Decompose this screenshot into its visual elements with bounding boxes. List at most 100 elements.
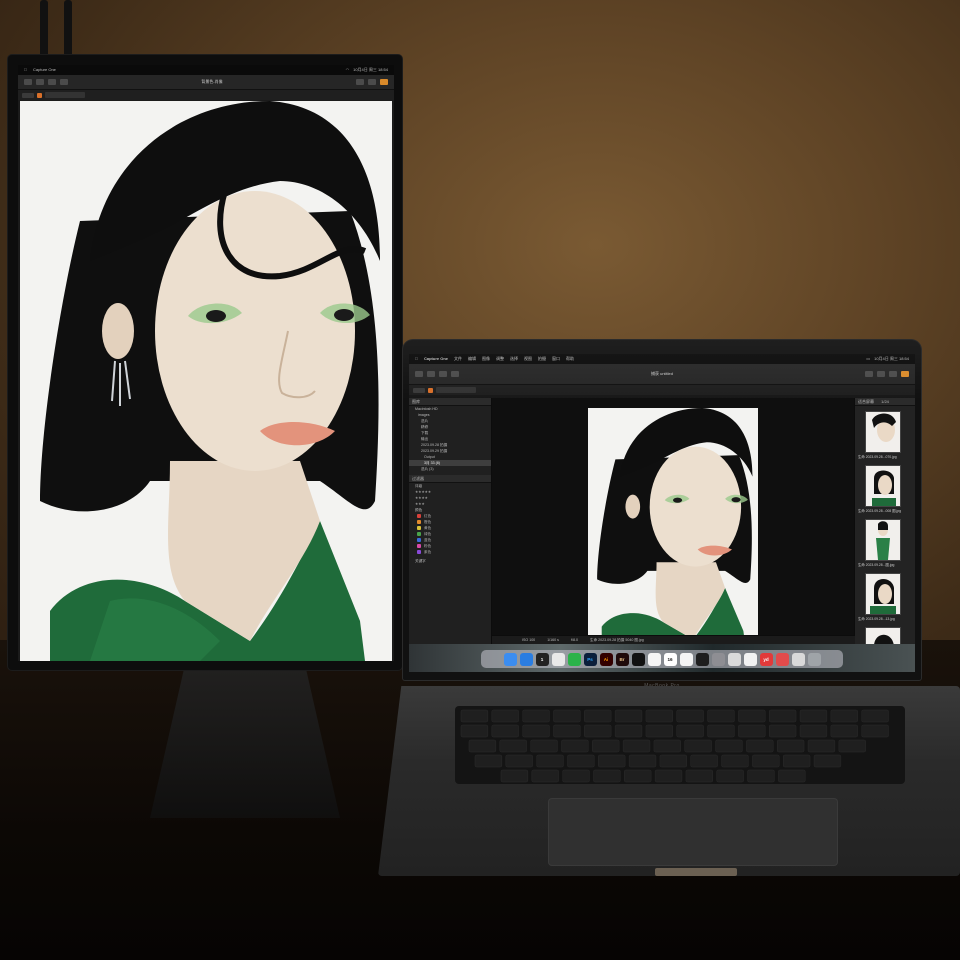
- key[interactable]: [536, 754, 564, 768]
- finder-icon[interactable]: [503, 652, 517, 666]
- toolbar-button[interactable]: [888, 371, 897, 377]
- notes-icon[interactable]: [647, 652, 661, 666]
- circle-icon[interactable]: [775, 652, 789, 666]
- toolbar-button[interactable]: [439, 371, 447, 377]
- key[interactable]: [676, 724, 704, 738]
- key[interactable]: [474, 754, 503, 768]
- apple-icon[interactable]: : [24, 65, 27, 75]
- grid-icon[interactable]: [551, 652, 565, 666]
- key[interactable]: [807, 739, 836, 753]
- key[interactable]: [584, 724, 612, 738]
- key[interactable]: [645, 724, 674, 738]
- library-header[interactable]: 图库: [409, 398, 491, 406]
- view-tab-active[interactable]: [37, 92, 42, 98]
- link-icon[interactable]: [727, 652, 741, 666]
- key[interactable]: [628, 754, 657, 768]
- key[interactable]: [598, 754, 626, 768]
- key[interactable]: [491, 724, 519, 738]
- key[interactable]: [500, 769, 529, 783]
- monitor-app-menu[interactable]: Capture One: [33, 65, 56, 75]
- key[interactable]: [830, 724, 858, 738]
- key[interactable]: [861, 709, 889, 723]
- menu-window[interactable]: 窗口: [552, 354, 560, 364]
- capcut-icon[interactable]: [631, 652, 645, 666]
- menu-select[interactable]: 选择: [510, 354, 518, 364]
- key[interactable]: [768, 724, 797, 738]
- key[interactable]: [707, 724, 735, 738]
- menu-file[interactable]: 文件: [454, 354, 462, 364]
- photoshop-icon[interactable]: Ps: [583, 652, 597, 666]
- toolbar-button[interactable]: [60, 79, 68, 85]
- key[interactable]: [645, 709, 674, 723]
- view-tab[interactable]: [413, 387, 425, 393]
- thumbnail[interactable]: [866, 466, 900, 506]
- key[interactable]: [468, 739, 497, 753]
- menu-view[interactable]: 视图: [524, 354, 532, 364]
- trackpad[interactable]: [548, 798, 838, 866]
- key[interactable]: [778, 769, 806, 783]
- key[interactable]: [830, 709, 858, 723]
- toolbar-button[interactable]: [368, 79, 376, 85]
- key[interactable]: [592, 739, 620, 753]
- key[interactable]: [614, 724, 643, 738]
- key[interactable]: [715, 739, 743, 753]
- key[interactable]: [746, 739, 774, 753]
- key[interactable]: [522, 724, 550, 738]
- toolbar-button[interactable]: [36, 79, 44, 85]
- zoom-field[interactable]: [45, 92, 85, 98]
- keyboard[interactable]: [455, 706, 905, 784]
- toolbar-button[interactable]: [380, 79, 388, 85]
- menu-adjust[interactable]: 调整: [496, 354, 504, 364]
- key[interactable]: [768, 709, 797, 723]
- key[interactable]: [622, 739, 651, 753]
- toolbar-button[interactable]: [900, 371, 909, 377]
- key[interactable]: [838, 739, 866, 753]
- key[interactable]: [659, 754, 688, 768]
- menu-help[interactable]: 帮助: [566, 354, 574, 364]
- key[interactable]: [685, 769, 714, 783]
- key[interactable]: [653, 739, 682, 753]
- key[interactable]: [676, 709, 704, 723]
- view-tab[interactable]: [22, 92, 34, 98]
- key[interactable]: [460, 724, 489, 738]
- key[interactable]: [707, 709, 735, 723]
- key[interactable]: [716, 769, 744, 783]
- thumbnail[interactable]: [866, 574, 900, 614]
- key[interactable]: [721, 754, 749, 768]
- toolbar-button[interactable]: [48, 79, 56, 85]
- key[interactable]: [799, 709, 828, 723]
- toolbar-button[interactable]: [451, 371, 459, 377]
- key[interactable]: [747, 769, 775, 783]
- toolbar-button[interactable]: [427, 371, 435, 377]
- toolbar-button[interactable]: [876, 371, 885, 377]
- toolbar-button[interactable]: [356, 79, 364, 85]
- key[interactable]: [531, 769, 559, 783]
- yd-icon[interactable]: yd: [759, 652, 773, 666]
- filters-header[interactable]: 过滤器: [409, 475, 491, 483]
- key[interactable]: [861, 724, 889, 738]
- image-viewer[interactable]: [492, 398, 855, 648]
- toolbar-button[interactable]: [415, 371, 423, 377]
- key[interactable]: [690, 754, 718, 768]
- key[interactable]: [530, 739, 558, 753]
- app-menu[interactable]: Capture One: [424, 354, 448, 364]
- key[interactable]: [561, 739, 589, 753]
- key[interactable]: [738, 709, 766, 723]
- tree-item[interactable]: 选片 (3): [409, 466, 491, 472]
- keywords-header[interactable]: 关键字: [409, 558, 491, 564]
- photos-icon[interactable]: [679, 652, 693, 666]
- color-filter-purple[interactable]: 紫色: [409, 549, 491, 555]
- bird-icon[interactable]: [743, 652, 757, 666]
- menu-edit[interactable]: 编辑: [468, 354, 476, 364]
- battery-icon[interactable]: ▭: [866, 354, 870, 364]
- key[interactable]: [505, 754, 533, 768]
- key[interactable]: [553, 709, 581, 723]
- key[interactable]: [593, 769, 621, 783]
- terminal-icon[interactable]: [695, 652, 709, 666]
- toolbar-button[interactable]: [864, 371, 873, 377]
- toolbar-button[interactable]: [24, 79, 32, 85]
- illustrator-icon[interactable]: Ai: [599, 652, 613, 666]
- key[interactable]: [460, 709, 489, 723]
- menu-capture[interactable]: 拍摄: [538, 354, 546, 364]
- zoom-field[interactable]: [436, 387, 476, 393]
